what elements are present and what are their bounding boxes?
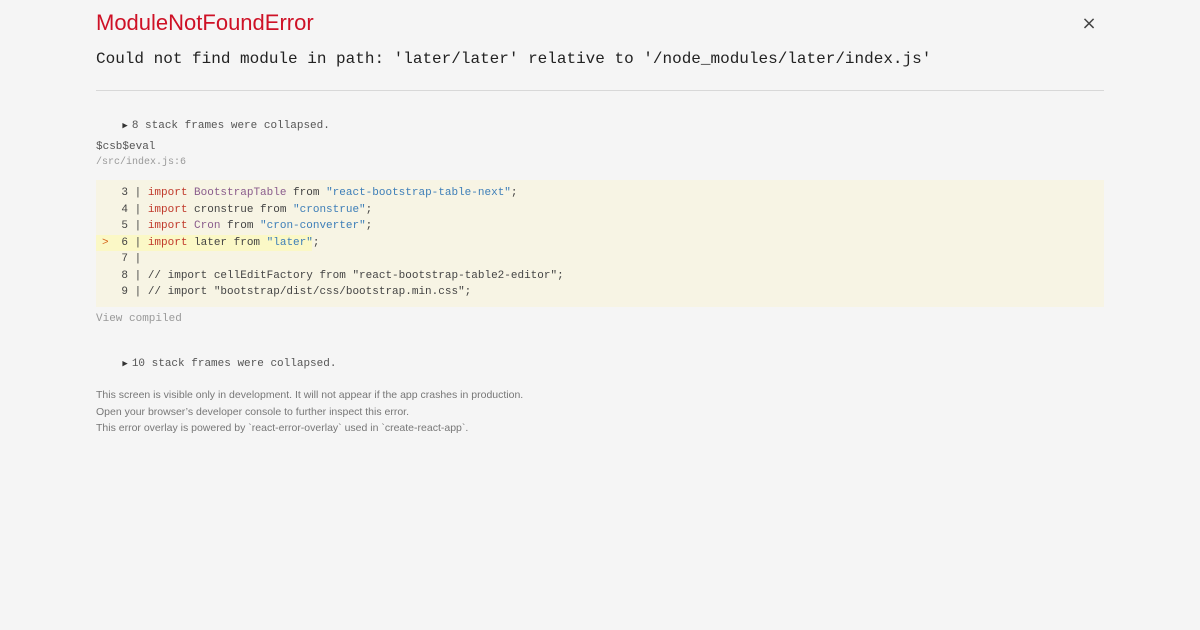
- code-line: 5 | import Cron from "cron-converter";: [96, 218, 1104, 235]
- gutter-separator: |: [128, 269, 148, 282]
- stack-frame-name: $csb$eval: [96, 141, 156, 153]
- code-line-highlighted: >6 | import later from "later";: [96, 234, 319, 251]
- footer-line: This error overlay is powered by `react-…: [96, 422, 469, 434]
- code-token: "cron-converter": [260, 220, 366, 232]
- collapsed-frames-label: 8 stack frames were collapsed.: [131, 120, 330, 132]
- code-token: from: [220, 220, 261, 232]
- line-number: 7: [121, 253, 128, 265]
- line-number: 9: [121, 286, 128, 298]
- error-message: Could not find module in path: 'later/la…: [96, 50, 932, 68]
- code-token: ;: [365, 220, 373, 232]
- line-number: 6: [121, 236, 128, 249]
- line-number: 3: [121, 187, 128, 199]
- code-token: from: [286, 187, 327, 199]
- collapsed-frames-toggle-bottom[interactable]: ▶ 10 stack frames were collapsed.: [96, 346, 336, 382]
- footer-line: Open your browser’s developer console to…: [96, 405, 410, 418]
- code-token: import: [147, 236, 188, 249]
- code-line: 9 | // import "bootstrap/dist/css/bootst…: [96, 284, 1104, 301]
- error-overlay: ModuleNotFoundError × Could not find mod…: [0, 0, 1200, 630]
- code-token: cronstrue from: [187, 203, 294, 216]
- footer-notice: This screen is visible only in developme…: [96, 387, 523, 437]
- code-token: // import "bootstrap/dist/css/bootstrap.…: [147, 286, 472, 298]
- gutter-separator: |: [128, 253, 148, 265]
- gutter-separator: |: [128, 286, 148, 298]
- code-snippet: 3 | import BootstrapTable from "react-bo…: [96, 180, 1104, 307]
- code-token: // import cellEditFactory from "react-bo…: [147, 269, 564, 282]
- stack-frame-location[interactable]: /src/index.js:6: [96, 157, 186, 168]
- code-token: import: [147, 220, 188, 232]
- close-icon[interactable]: ×: [1080, 12, 1098, 36]
- gutter-separator: |: [128, 187, 148, 199]
- code-token: ;: [510, 187, 518, 199]
- code-token: "react-bootstrap-table-next": [326, 187, 511, 199]
- line-number: 8: [121, 269, 128, 282]
- code-token: ;: [365, 203, 373, 216]
- gutter-separator: |: [128, 203, 148, 216]
- line-number: 5: [121, 220, 128, 232]
- code-token: ;: [312, 236, 320, 249]
- code-token: "later": [266, 236, 313, 249]
- collapsed-frames-label: 10 stack frames were collapsed.: [131, 358, 337, 370]
- footer-line: This screen is visible only in developme…: [96, 389, 524, 401]
- code-token: "cronstrue": [293, 203, 366, 216]
- code-line: 7 |: [96, 251, 1104, 268]
- gutter-separator: |: [128, 236, 148, 249]
- line-marker: >: [102, 236, 109, 249]
- code-line: 4 | import cronstrue from "cronstrue";: [96, 202, 1104, 219]
- code-token: BootstrapTable: [194, 187, 287, 199]
- divider: [96, 90, 1104, 91]
- error-title: ModuleNotFoundError: [96, 10, 314, 35]
- collapsed-frames-toggle-top[interactable]: ▶ 8 stack frames were collapsed.: [96, 108, 330, 144]
- code-token: import: [147, 187, 188, 199]
- triangle-right-icon: ▶: [122, 121, 128, 131]
- code-line: 8 | // import cellEditFactory from "reac…: [96, 268, 1104, 285]
- line-number: 4: [121, 203, 128, 216]
- view-compiled-link[interactable]: View compiled: [96, 313, 182, 325]
- gutter-separator: |: [128, 220, 148, 232]
- code-token: Cron: [194, 220, 221, 232]
- code-token: later from: [187, 236, 267, 249]
- code-line: 3 | import BootstrapTable from "react-bo…: [96, 185, 1104, 202]
- triangle-right-icon: ▶: [122, 359, 128, 369]
- code-token: import: [147, 203, 188, 216]
